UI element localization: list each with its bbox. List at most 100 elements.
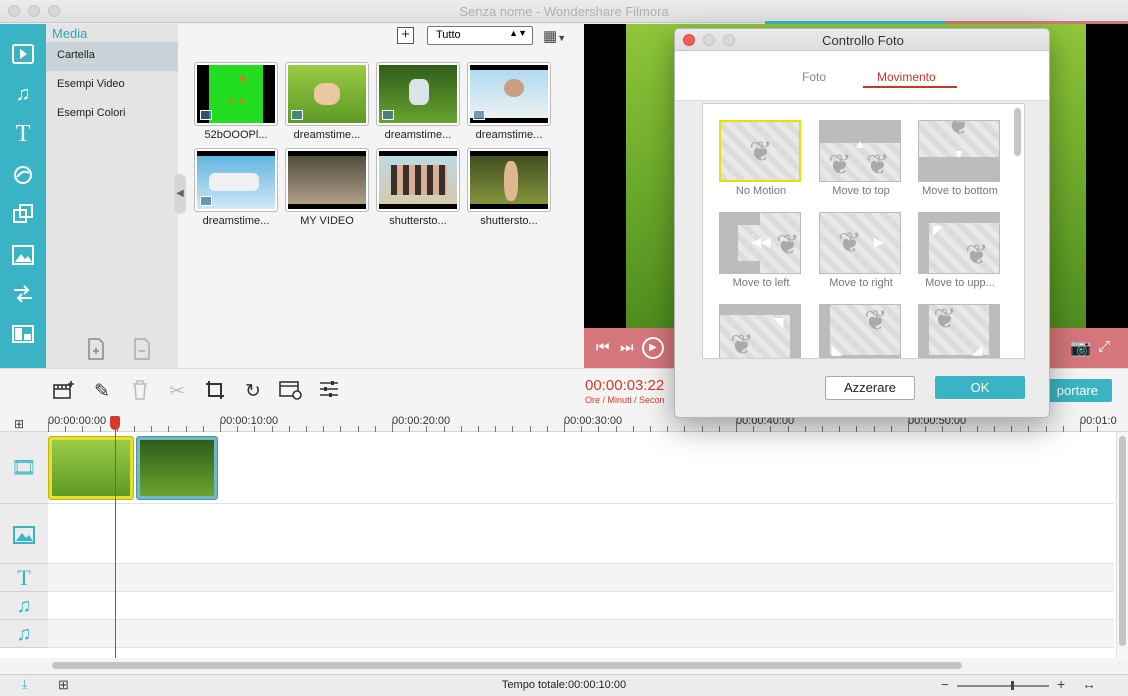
add-track-small-icon[interactable]: ⊞ — [14, 417, 24, 431]
media-filter-select[interactable]: Tutto ▲▼ — [427, 26, 533, 45]
motion-option-move-to-right[interactable]: ❦ ▶ Move to right — [819, 212, 903, 289]
music-icon[interactable]: ♫ — [9, 80, 37, 108]
dialog-title: Controllo Foto — [822, 33, 904, 48]
folder-item-cartella[interactable]: Cartella — [46, 42, 178, 71]
motion-label: Move to right — [829, 277, 893, 289]
media-thumbnail[interactable] — [376, 62, 460, 126]
crop-icon[interactable] — [203, 380, 227, 404]
delete-icon[interactable] — [128, 380, 152, 404]
collapse-panel-handle[interactable]: ◀ — [174, 174, 186, 214]
zoom-slider-knob[interactable] — [1011, 681, 1014, 690]
ruler-label: 00:00:10:00 — [220, 415, 279, 427]
split-icon[interactable]: ✂ — [165, 380, 189, 404]
media-thumbnail[interactable] — [285, 148, 369, 212]
motion-label: No Motion — [735, 185, 787, 197]
ok-button[interactable]: OK — [935, 376, 1025, 399]
window-title: Senza nome - Wondershare Filmora — [459, 4, 669, 19]
photo-control-dialog: Controllo Foto Foto Movimento ❦ No Motio… — [674, 28, 1050, 418]
media-label: dreamstime... — [202, 215, 270, 227]
text-icon[interactable]: T — [9, 120, 37, 148]
media-thumbnail[interactable]: ✦ ✦ ✦ — [194, 62, 278, 126]
dialog-close-button[interactable] — [683, 34, 695, 46]
ruler-tick — [736, 422, 737, 432]
settings-icon[interactable] — [279, 380, 303, 404]
rotate-icon[interactable]: ↻ — [241, 380, 265, 404]
remove-folder-icon[interactable] — [131, 338, 153, 360]
timeline-vertical-scrollbar[interactable] — [1116, 432, 1128, 658]
motion-grid-scrollbar[interactable] — [1014, 108, 1021, 156]
motion-option[interactable]: ◣ ❦ — [819, 304, 903, 358]
media-label: MY VIDEO — [300, 215, 354, 227]
timeline-horizontal-scrollbar[interactable] — [0, 658, 1128, 674]
filter-icon[interactable] — [9, 161, 37, 189]
folder-item-esempi-video[interactable]: Esempi Video — [46, 71, 178, 100]
dialog-tabs: Foto Movimento — [675, 51, 1049, 101]
adjust-icon[interactable] — [317, 380, 341, 404]
media-thumbnail[interactable] — [376, 148, 460, 212]
motion-label: Move to upp... — [925, 277, 995, 289]
music-track — [48, 620, 1114, 648]
media-thumbnail[interactable] — [467, 62, 551, 126]
motion-option-no-motion[interactable]: ❦ No Motion — [719, 120, 803, 197]
media-thumbnail[interactable] — [194, 148, 278, 212]
tab-movimento[interactable]: Movimento — [877, 70, 936, 84]
fullscreen-icon[interactable]: ⤢ — [1098, 338, 1110, 355]
timeline-clip[interactable] — [48, 436, 134, 500]
video-track — [48, 432, 1114, 504]
transition-icon[interactable] — [9, 280, 37, 308]
motion-option-move-to-bottom[interactable]: ❦ ▼ Move to bottom — [918, 120, 1002, 197]
media-label: dreamstime... — [293, 129, 361, 141]
timecode-format: Ore / Minuti / Secon — [585, 395, 665, 405]
image-badge-icon — [382, 110, 394, 120]
zoom-in-icon[interactable]: + — [1057, 676, 1065, 692]
image-badge-icon — [200, 196, 212, 206]
title-bar: Senza nome - Wondershare Filmora — [0, 0, 1128, 25]
image-track — [48, 504, 1114, 564]
rewind-icon[interactable]: ⏮ — [596, 339, 610, 356]
zoom-slider[interactable] — [957, 685, 1049, 687]
media-thumbnail[interactable] — [285, 62, 369, 126]
grid-view-icon[interactable]: ▦▼ — [543, 27, 566, 45]
timeline-clip[interactable] — [136, 436, 218, 500]
playhead-handle[interactable] — [110, 416, 120, 430]
snapshot-icon[interactable]: 📷 — [1070, 338, 1091, 358]
tab-foto[interactable]: Foto — [802, 70, 826, 84]
motion-option[interactable]: ◥ ❦ — [719, 304, 803, 358]
filmora-window: Senza nome - Wondershare Filmora ♫ T Med… — [0, 0, 1128, 696]
dialog-zoom-button[interactable] — [723, 34, 735, 46]
dialog-minimize-button[interactable] — [703, 34, 715, 46]
forward-icon[interactable]: ⏭ — [620, 339, 634, 356]
edit-pen-icon[interactable]: ✎ — [90, 380, 114, 404]
image-track-icon — [0, 504, 48, 564]
filter-value: Tutto — [436, 29, 461, 41]
motion-option-move-to-upper[interactable]: ◤ ❦ Move to upp... — [918, 212, 1002, 289]
status-bar: ⤓ ⊞ Tempo totale:00:00:10:00 − + ↔ — [0, 674, 1128, 696]
zoom-out-icon[interactable]: − — [941, 677, 949, 692]
split-screen-icon[interactable] — [9, 320, 37, 348]
ruler-label: 00:00:30:00 — [564, 415, 623, 427]
media-label: dreamstime... — [384, 129, 452, 141]
left-toolbar: ♫ T — [0, 24, 46, 368]
video-track-icon: 🎞 — [0, 432, 48, 504]
motion-option-move-to-left[interactable]: ◀◀ ❦ Move to left — [719, 212, 803, 289]
select-arrows-icon: ▲▼ — [509, 28, 527, 38]
add-track-icon[interactable] — [52, 380, 76, 404]
active-tab-indicator — [863, 86, 957, 88]
motion-option[interactable]: ◢ ❦ — [918, 304, 1002, 358]
folder-item-esempi-colori[interactable]: Esempi Colori — [46, 100, 178, 129]
fit-width-icon[interactable]: ↔ — [1082, 676, 1096, 692]
overlay-icon[interactable] — [9, 200, 37, 228]
motion-label: Move to bottom — [922, 185, 998, 197]
media-thumbnail[interactable] — [467, 148, 551, 212]
ruler-tick — [1080, 422, 1081, 432]
motion-option-move-to-top[interactable]: ▲ ❦ ❦ Move to top — [819, 120, 903, 197]
playhead[interactable] — [115, 418, 116, 658]
media-label: shuttersto... — [480, 215, 538, 227]
reset-button[interactable]: Azzerare — [825, 376, 915, 400]
import-media-button[interactable]: + — [397, 27, 414, 44]
play-button[interactable]: ▶ — [642, 337, 664, 359]
add-folder-icon[interactable] — [85, 338, 107, 360]
media-icon[interactable] — [9, 40, 37, 68]
element-icon[interactable] — [9, 241, 37, 269]
current-timecode: 00:00:03:22 — [585, 377, 665, 394]
